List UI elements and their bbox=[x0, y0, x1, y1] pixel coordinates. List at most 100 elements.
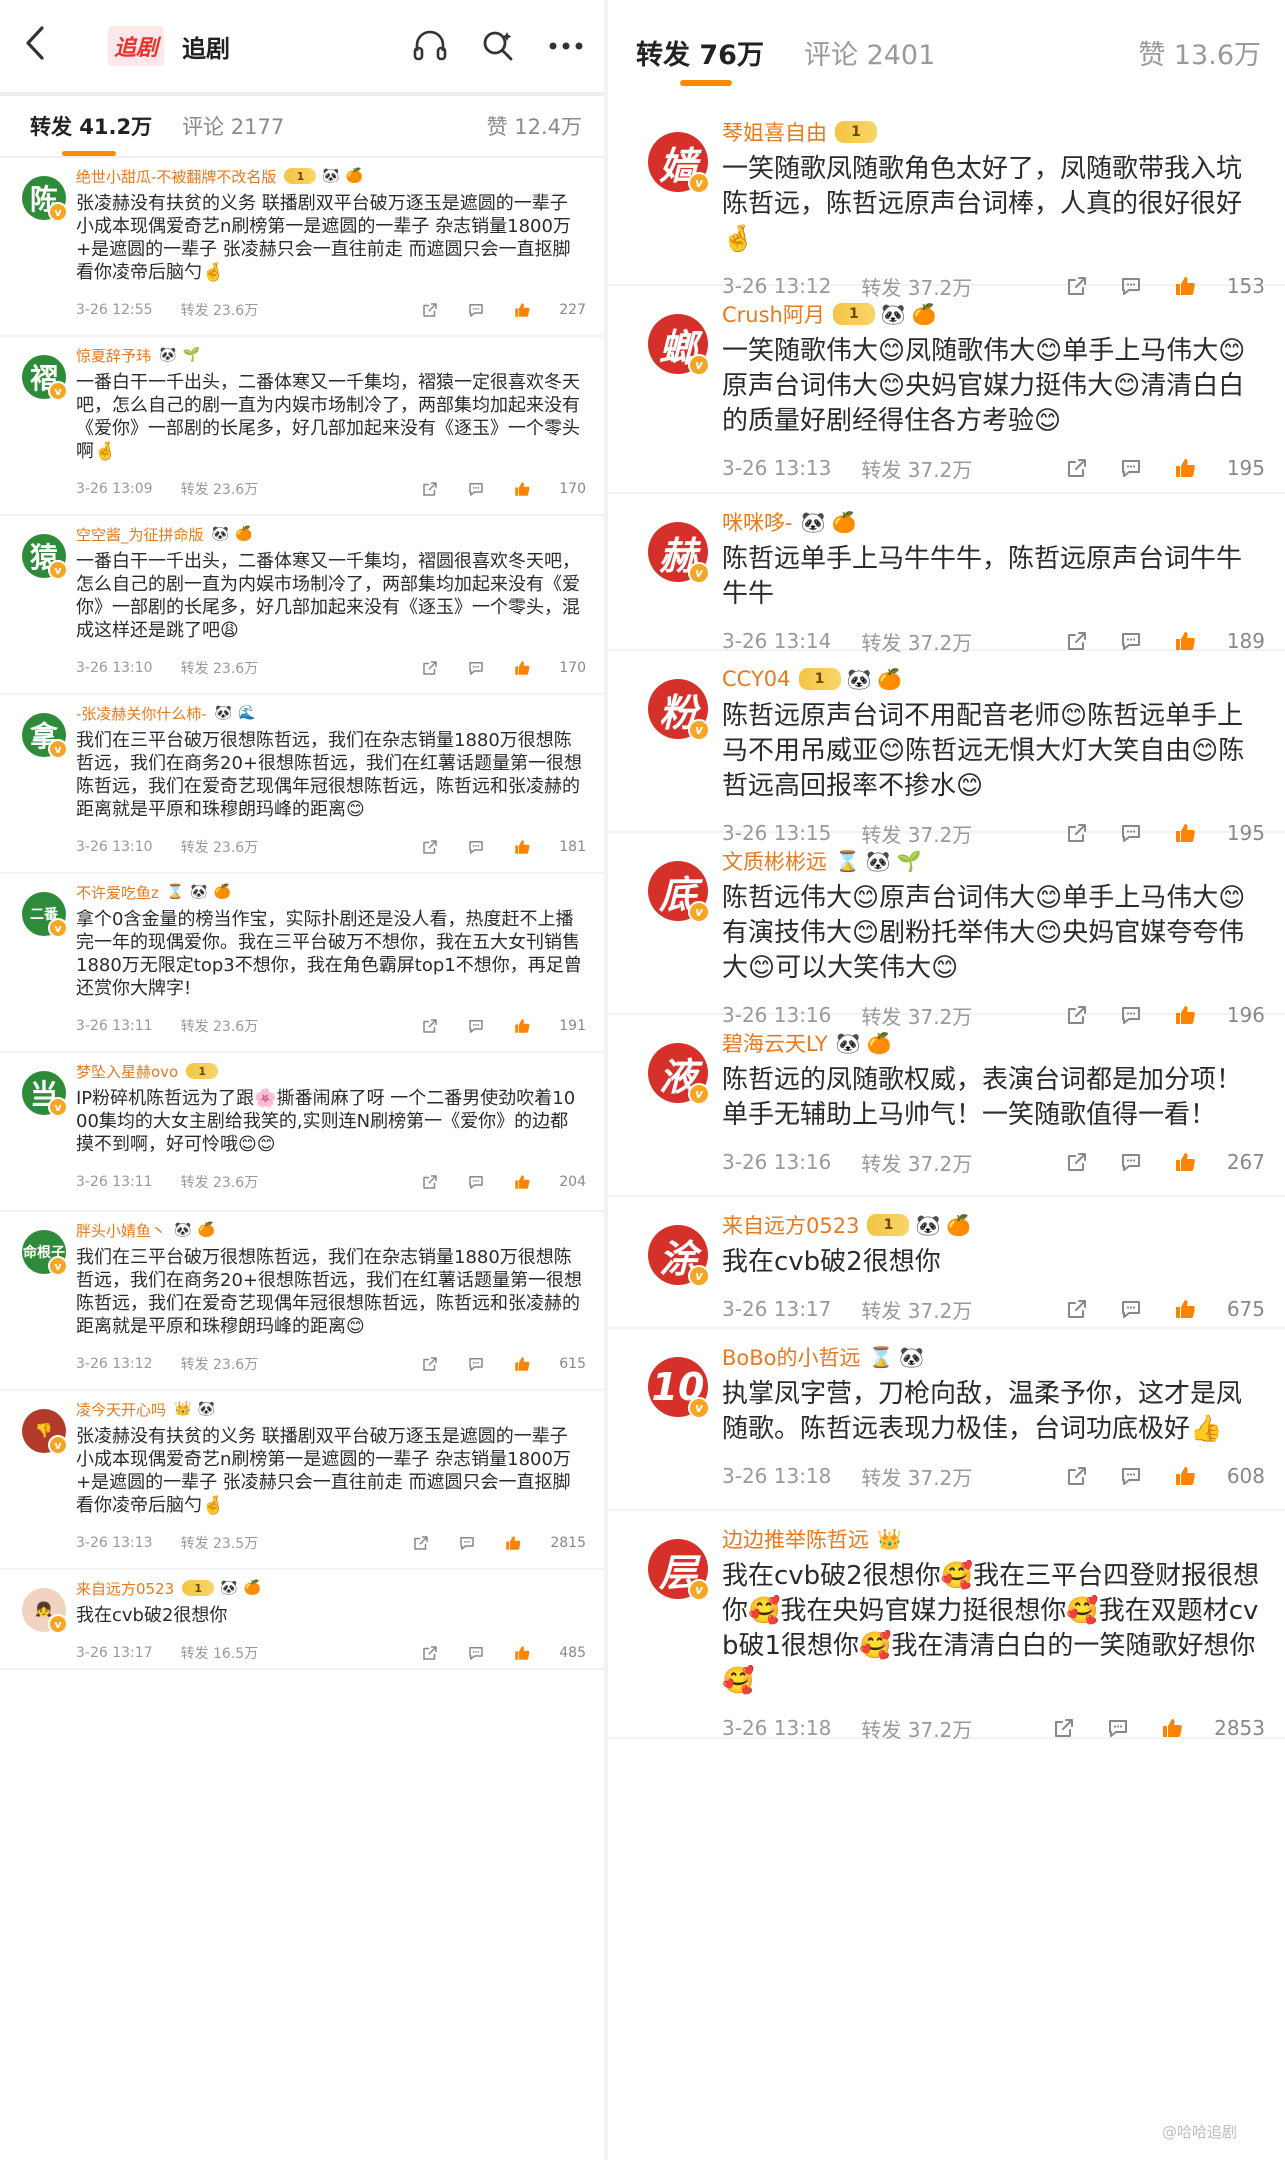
username[interactable]: BoBo的小哲远 bbox=[722, 1342, 861, 1372]
tab-likes[interactable]: 赞 13.6万 bbox=[1138, 33, 1261, 72]
tab-likes[interactable]: 赞 12.4万 bbox=[487, 111, 582, 141]
share-button[interactable] bbox=[421, 1644, 439, 1662]
avatar[interactable]: 猿v bbox=[22, 534, 68, 580]
like-button[interactable]: 170 bbox=[513, 659, 586, 677]
username[interactable]: 绝世小甜瓜-不被翻牌不改名版 bbox=[76, 166, 276, 187]
share-button[interactable] bbox=[1065, 1297, 1089, 1321]
reply-button[interactable] bbox=[1119, 456, 1143, 480]
like-button[interactable]: 170 bbox=[513, 480, 586, 498]
share-button[interactable] bbox=[1065, 1003, 1089, 1027]
username[interactable]: 琴姐喜自由 bbox=[722, 117, 827, 147]
reply-button[interactable] bbox=[1119, 274, 1143, 298]
avatar[interactable]: 10 v bbox=[648, 1357, 710, 1419]
reply-button[interactable] bbox=[467, 1017, 485, 1035]
share-button[interactable] bbox=[421, 1173, 439, 1191]
listen-button[interactable] bbox=[410, 26, 450, 66]
share-button[interactable] bbox=[1065, 629, 1089, 653]
reply-button[interactable] bbox=[467, 1173, 485, 1191]
username[interactable]: 文质彬彬远 bbox=[722, 846, 827, 876]
avatar[interactable]: 二番 v bbox=[22, 892, 68, 938]
like-button[interactable]: 196 bbox=[1173, 1003, 1265, 1027]
reply-button[interactable] bbox=[1119, 629, 1143, 653]
avatar[interactable]: 拿v bbox=[22, 713, 68, 759]
tab-forward[interactable]: 转发 76万 bbox=[636, 33, 764, 72]
share-button[interactable] bbox=[421, 301, 439, 319]
username[interactable]: 梦坠入星赫ovo bbox=[76, 1061, 178, 1082]
like-button[interactable]: 675 bbox=[1173, 1297, 1265, 1321]
reply-button[interactable] bbox=[1119, 1150, 1143, 1174]
back-button[interactable] bbox=[24, 25, 64, 68]
share-button[interactable] bbox=[1052, 1716, 1076, 1740]
like-button[interactable]: 191 bbox=[513, 1017, 586, 1035]
like-button[interactable]: 195 bbox=[1173, 456, 1265, 480]
reply-button[interactable] bbox=[467, 1355, 485, 1373]
avatar[interactable]: 涂v bbox=[648, 1225, 710, 1287]
avatar[interactable]: 👧 v bbox=[22, 1588, 68, 1634]
like-button[interactable]: 608 bbox=[1173, 1464, 1265, 1488]
username[interactable]: 空空酱_为征拼命版 bbox=[76, 524, 204, 545]
reply-button[interactable] bbox=[1119, 821, 1143, 845]
avatar[interactable]: 褶v bbox=[22, 355, 68, 401]
share-button[interactable] bbox=[1065, 456, 1089, 480]
share-button[interactable] bbox=[412, 1534, 430, 1552]
username[interactable]: 咪咪哆- bbox=[722, 507, 793, 537]
like-button[interactable]: 181 bbox=[513, 838, 586, 856]
tab-forward[interactable]: 转发 41.2万 bbox=[30, 111, 152, 141]
like-button[interactable]: 189 bbox=[1173, 629, 1265, 653]
search-button[interactable] bbox=[478, 26, 518, 66]
avatar[interactable]: 赫v bbox=[648, 522, 710, 584]
reply-button[interactable] bbox=[467, 1644, 485, 1662]
share-button[interactable] bbox=[1065, 821, 1089, 845]
like-button[interactable]: 615 bbox=[513, 1355, 586, 1373]
username[interactable]: 边边推举陈哲远 bbox=[722, 1524, 869, 1554]
avatar[interactable]: 粉v bbox=[648, 679, 710, 741]
username[interactable]: 凌今天开心吗 bbox=[76, 1399, 166, 1420]
tab-comments[interactable]: 评论 2401 bbox=[804, 33, 935, 72]
like-button[interactable]: 485 bbox=[513, 1644, 586, 1662]
username[interactable]: 不许爱吃鱼z bbox=[76, 882, 159, 903]
avatar[interactable]: 液v bbox=[648, 1043, 710, 1105]
reply-button[interactable] bbox=[458, 1534, 476, 1552]
reply-button[interactable] bbox=[1119, 1297, 1143, 1321]
avatar[interactable]: 当v bbox=[22, 1071, 68, 1117]
avatar[interactable]: 👎 v bbox=[22, 1409, 68, 1455]
share-button[interactable] bbox=[421, 1017, 439, 1035]
like-button[interactable]: 2815 bbox=[504, 1534, 586, 1552]
like-button[interactable]: 153 bbox=[1173, 274, 1265, 298]
reply-button[interactable] bbox=[467, 659, 485, 677]
reply-button[interactable] bbox=[1119, 1464, 1143, 1488]
share-button[interactable] bbox=[1065, 274, 1089, 298]
like-button[interactable]: 267 bbox=[1173, 1150, 1265, 1174]
like-button[interactable]: 195 bbox=[1173, 821, 1265, 845]
avatar[interactable]: 嫱v bbox=[648, 132, 710, 194]
share-button[interactable] bbox=[421, 1355, 439, 1373]
username[interactable]: 来自远方0523 bbox=[722, 1210, 859, 1240]
avatar[interactable]: 螂v bbox=[648, 314, 710, 376]
username[interactable]: 碧海云天LY bbox=[722, 1028, 828, 1058]
reply-button[interactable] bbox=[1119, 1003, 1143, 1027]
username[interactable]: 胖头小婧鱼丶 bbox=[76, 1220, 166, 1241]
like-button[interactable]: 227 bbox=[513, 301, 586, 319]
reply-button[interactable] bbox=[1106, 1716, 1130, 1740]
reply-button[interactable] bbox=[467, 480, 485, 498]
avatar[interactable]: 底v bbox=[648, 861, 710, 923]
avatar[interactable]: 命根子 v bbox=[22, 1230, 68, 1276]
share-button[interactable] bbox=[421, 659, 439, 677]
avatar[interactable]: 陈v bbox=[22, 176, 68, 222]
share-button[interactable] bbox=[421, 480, 439, 498]
share-button[interactable] bbox=[421, 838, 439, 856]
tab-comments[interactable]: 评论 2177 bbox=[182, 111, 284, 141]
reply-button[interactable] bbox=[467, 838, 485, 856]
username[interactable]: -张凌赫关你什么柿- bbox=[76, 703, 207, 724]
like-button[interactable]: 204 bbox=[513, 1173, 586, 1191]
reply-button[interactable] bbox=[467, 301, 485, 319]
share-button[interactable] bbox=[1065, 1150, 1089, 1174]
avatar[interactable]: 层v bbox=[648, 1539, 710, 1601]
username[interactable]: CCY04 bbox=[722, 667, 791, 691]
username[interactable]: 惊夏辞予玮 bbox=[76, 345, 151, 366]
username[interactable]: Crush阿月 bbox=[722, 299, 825, 329]
like-button[interactable]: 2853 bbox=[1160, 1716, 1265, 1740]
username[interactable]: 来自远方0523 bbox=[76, 1578, 174, 1599]
share-button[interactable] bbox=[1065, 1464, 1089, 1488]
more-button[interactable] bbox=[546, 26, 586, 66]
